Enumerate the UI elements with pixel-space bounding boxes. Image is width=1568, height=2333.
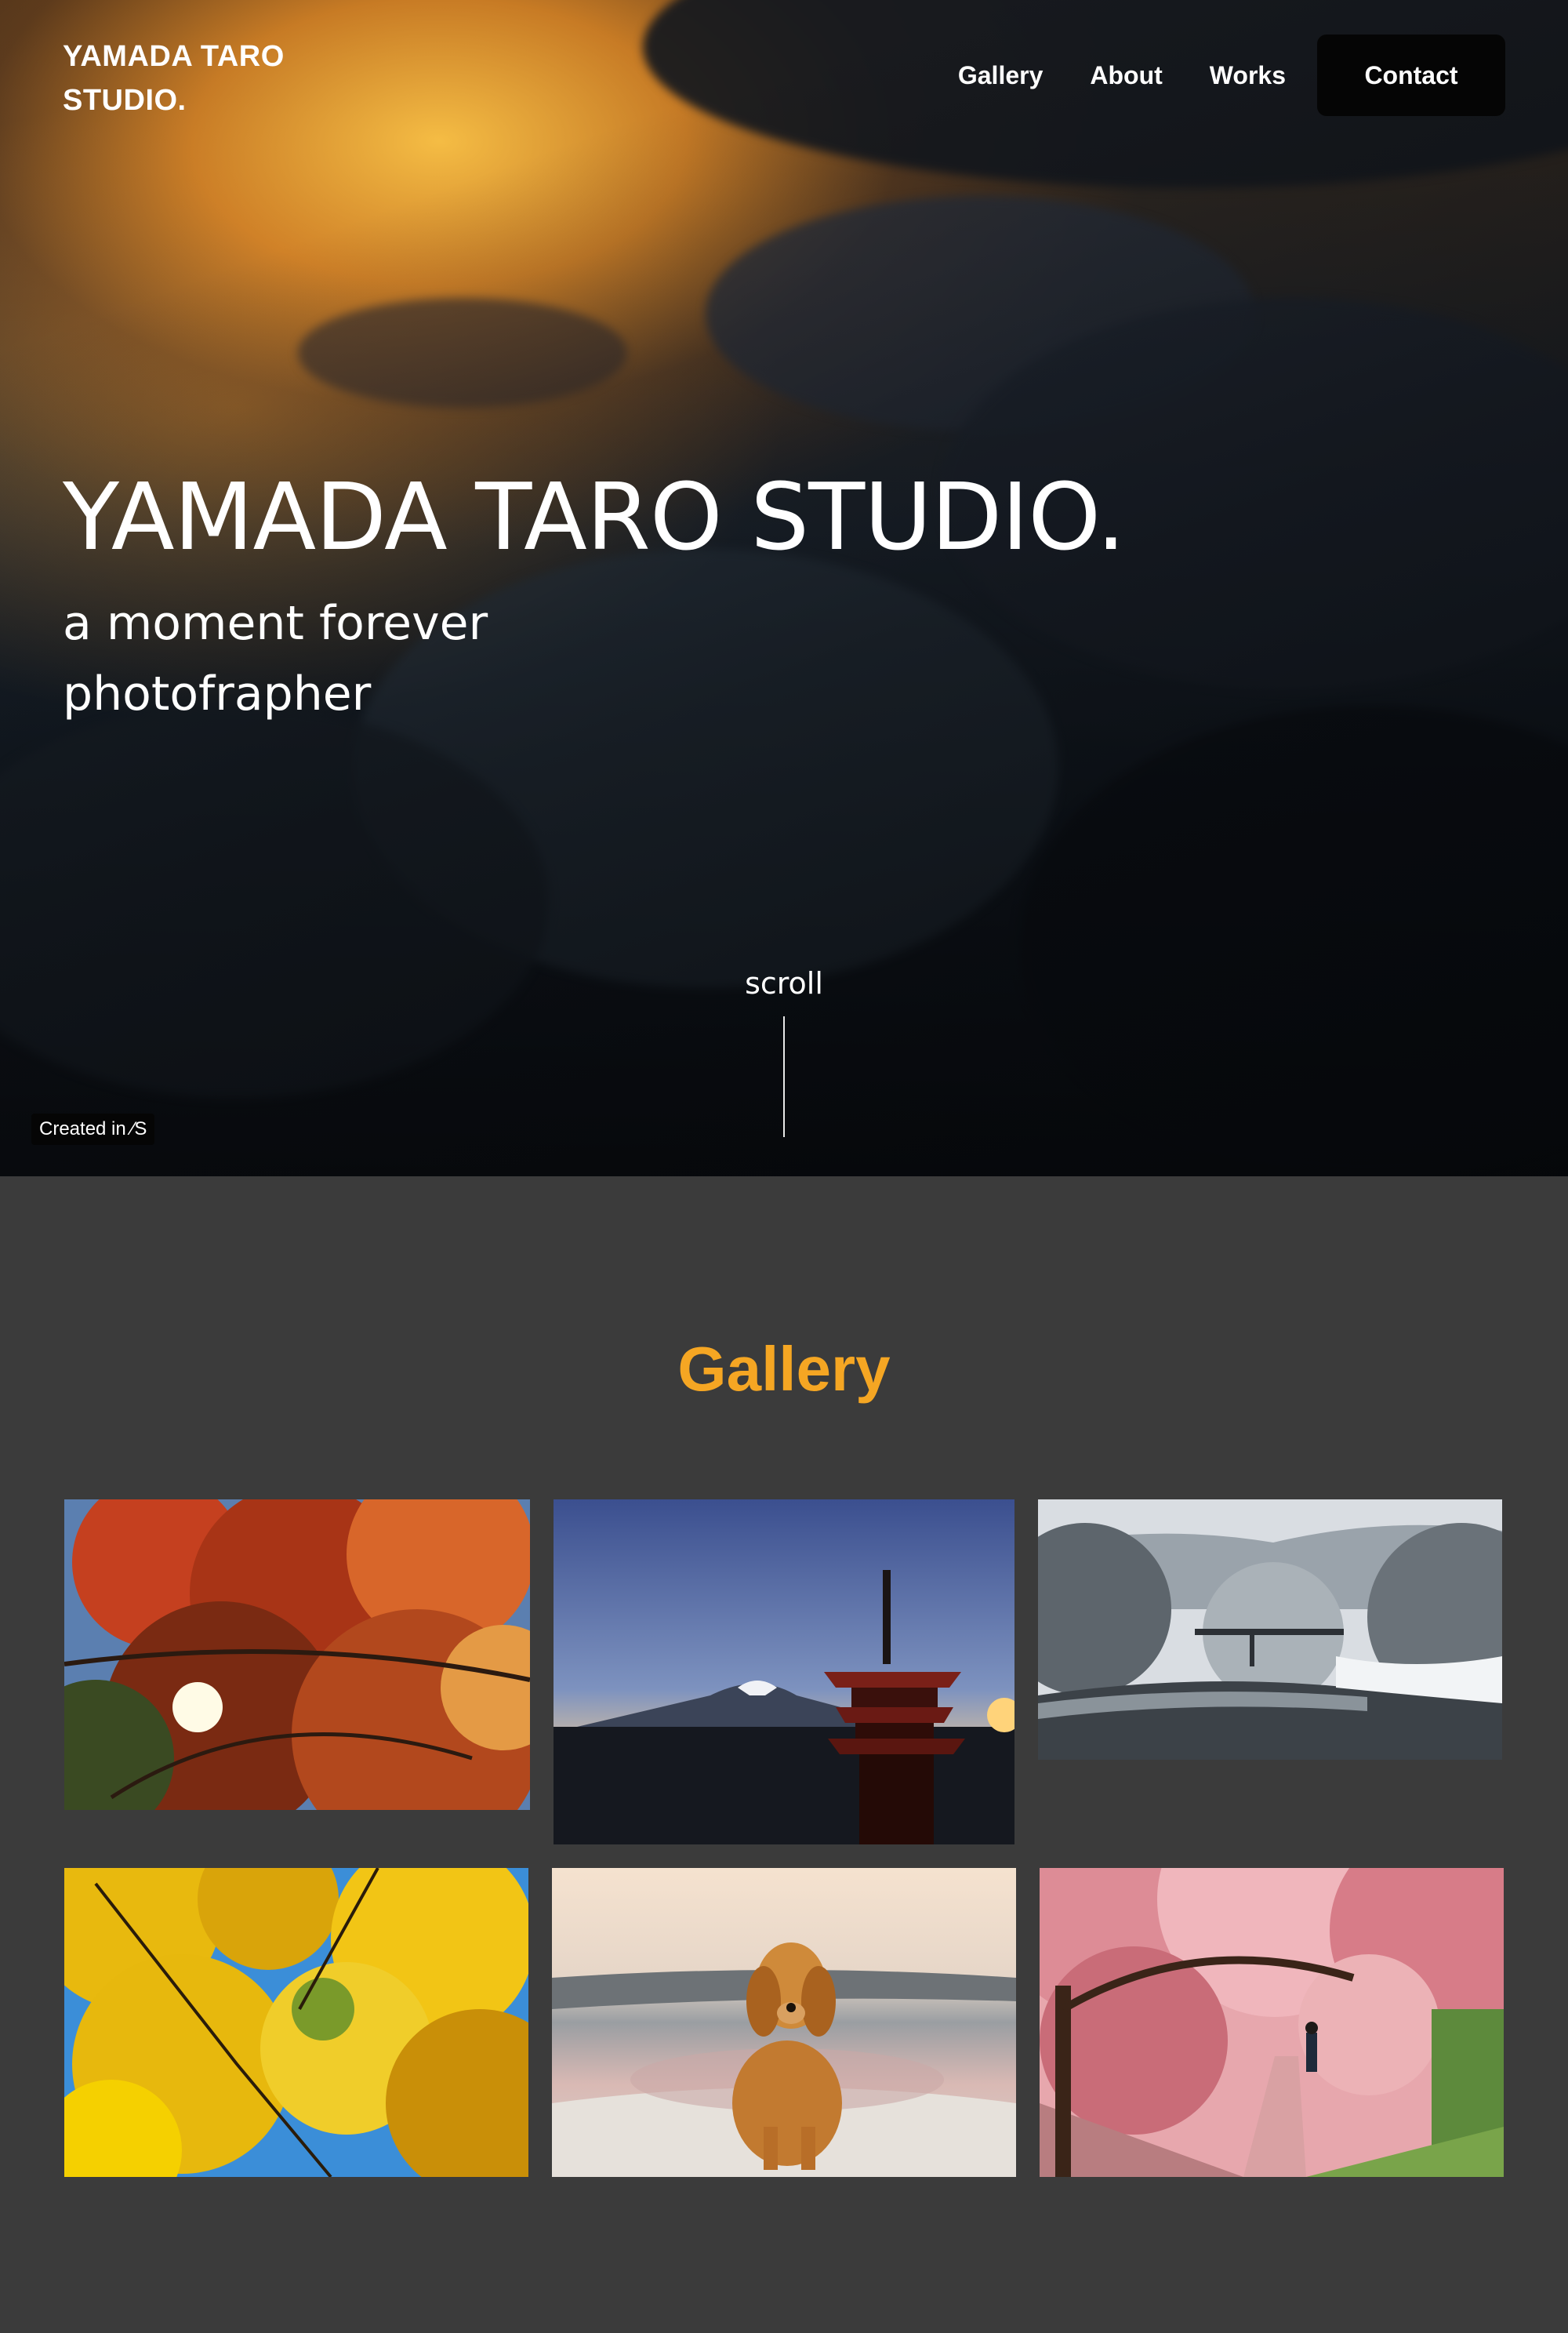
nav-link-gallery[interactable]: Gallery <box>958 61 1044 90</box>
main-nav: Gallery About Works Contact <box>958 35 1505 116</box>
gallery-photo-snow-river[interactable] <box>1038 1499 1502 1760</box>
pagoda-mount-fuji-photo <box>554 1499 1014 1844</box>
red-maple-leaves-photo <box>64 1499 530 1810</box>
gallery-photo-red-maple[interactable] <box>64 1499 530 1810</box>
cherry-blossom-path-photo <box>1040 1868 1504 2177</box>
scroll-indicator-line <box>783 1016 785 1137</box>
scroll-label[interactable]: scroll <box>0 966 1568 1001</box>
brand-logo[interactable]: YAMADA TARO STUDIO. <box>63 35 345 122</box>
gallery-title: Gallery <box>677 1334 891 1404</box>
gallery-photo-ginkgo[interactable] <box>64 1868 528 2177</box>
created-in-badge[interactable]: Created in ⁄S <box>31 1114 155 1145</box>
hero-title: YAMADA TARO STUDIO. <box>63 463 1126 571</box>
gallery-photo-pagoda[interactable] <box>554 1499 1014 1844</box>
yellow-ginkgo-leaves-photo <box>64 1868 528 2177</box>
nav-link-about[interactable]: About <box>1090 61 1162 90</box>
golden-retriever-beach-photo <box>552 1868 1016 2177</box>
hero-subtitle: a moment forever photofrapher <box>63 596 488 721</box>
gallery-photo-dog[interactable] <box>552 1868 1016 2177</box>
hero-section: YAMADA TARO STUDIO. Gallery About Works … <box>0 0 1568 1176</box>
nav-link-works[interactable]: Works <box>1210 61 1286 90</box>
contact-button[interactable]: Contact <box>1317 35 1505 116</box>
gallery-photo-cherry[interactable] <box>1040 1868 1504 2177</box>
snowy-river-bridge-photo <box>1038 1499 1502 1760</box>
